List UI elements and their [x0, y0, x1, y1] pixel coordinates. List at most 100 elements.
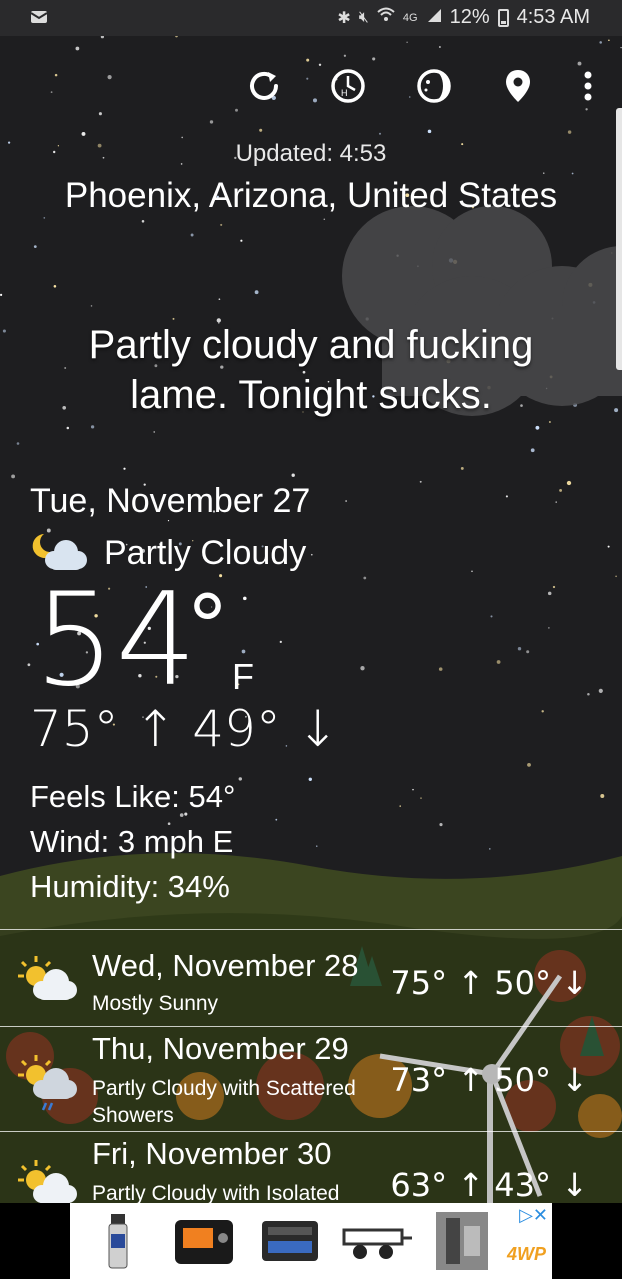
star — [254, 290, 259, 295]
star — [43, 217, 46, 219]
star — [66, 426, 70, 430]
current-date: Tue, November 27 — [30, 482, 311, 520]
star — [496, 660, 501, 664]
ad-banner[interactable]: ▷✕ 4WP — [0, 1203, 622, 1279]
wifi-icon — [377, 7, 395, 28]
star — [218, 298, 221, 301]
ad-close-icon[interactable]: ▷✕ — [519, 1205, 548, 1226]
forecast-date: Thu, November 29 — [92, 1031, 349, 1066]
star — [543, 172, 545, 174]
star — [566, 480, 572, 486]
star — [399, 805, 401, 807]
star — [360, 666, 365, 671]
star — [241, 649, 246, 654]
weather-quip: Partly cloudy and fucking lame. Tonight … — [88, 323, 534, 417]
star — [406, 41, 408, 43]
star — [53, 285, 57, 288]
ad-product-image[interactable] — [250, 1207, 330, 1275]
notification-mail-icon — [30, 8, 48, 31]
hourly-clock-icon[interactable]: H — [322, 60, 374, 112]
temperature-unit: F — [232, 656, 254, 697]
moon-phase-icon[interactable] — [408, 60, 460, 112]
star — [598, 688, 603, 693]
star — [567, 130, 572, 134]
star — [535, 425, 540, 430]
forecast-date: Wed, November 28 — [92, 948, 359, 983]
star — [547, 591, 552, 596]
wind: Wind: 3 mph E — [30, 824, 234, 859]
star — [438, 46, 441, 48]
updated-time: Updated: 4:53 — [235, 140, 387, 167]
star — [308, 777, 312, 781]
star — [0, 293, 3, 296]
star — [526, 650, 530, 654]
star — [27, 663, 31, 667]
star — [552, 585, 556, 589]
star — [190, 233, 194, 237]
forecast-temps: 75° ↑ 50° ↓ — [390, 964, 588, 1002]
star — [420, 797, 422, 799]
star — [587, 692, 590, 696]
battery-icon — [497, 8, 509, 27]
ad-content[interactable]: ▷✕ 4WP — [70, 1203, 552, 1279]
ad-product-image[interactable] — [422, 1207, 502, 1275]
star — [600, 794, 605, 798]
location-title[interactable]: Phoenix, Arizona, United States — [0, 176, 622, 216]
star — [345, 500, 347, 502]
forecast-condition: Mostly Sunny — [92, 992, 219, 1015]
more-vert-icon[interactable] — [562, 60, 614, 112]
network-type-label: 4G — [402, 11, 418, 24]
star — [517, 647, 522, 651]
star — [530, 448, 535, 453]
ad-product-image[interactable] — [336, 1207, 416, 1275]
star — [243, 596, 247, 601]
star — [259, 128, 263, 132]
star — [181, 136, 183, 139]
star — [291, 473, 295, 477]
current-temperature: 54 — [34, 566, 197, 715]
degree-symbol: ° — [186, 577, 229, 677]
forecast-row[interactable]: Thu, November 29 Partly Cloudy with Scat… — [0, 1026, 622, 1131]
star — [615, 575, 617, 578]
star — [220, 223, 223, 226]
star — [490, 615, 493, 618]
star — [175, 36, 178, 38]
star — [90, 425, 95, 429]
humidity: Humidity: 34% — [30, 869, 230, 904]
location-pin-icon[interactable] — [492, 60, 544, 112]
star — [240, 239, 243, 242]
star — [505, 495, 508, 498]
weather-stage: H Updated: 4:53 Phoenix, Arizona, United… — [0, 36, 622, 1203]
clock-time: 4:53 AM — [516, 6, 590, 28]
ad-product-image[interactable] — [164, 1207, 244, 1275]
star — [2, 329, 6, 333]
star — [100, 36, 104, 39]
ad-product-image[interactable] — [78, 1207, 158, 1275]
forecast-temps: 73° ↑ 50° ↓ — [390, 1061, 588, 1099]
star — [548, 421, 551, 423]
forecast-row[interactable]: Wed, November 28 Mostly Sunny 75° ↑ 50° … — [0, 929, 622, 1026]
star — [555, 501, 557, 503]
refresh-icon[interactable] — [238, 60, 290, 112]
star — [419, 480, 422, 483]
high-low-temperature: 75° ↑ 49° ↓ — [30, 700, 339, 758]
battery-percent: 12% — [449, 6, 490, 28]
star — [310, 553, 313, 556]
sun-cloud-icon — [18, 956, 77, 1000]
star — [412, 788, 414, 791]
star — [541, 710, 544, 713]
star — [599, 41, 602, 44]
forecast-condition: Partly Cloudy with Scattered Showers — [92, 1077, 356, 1127]
star — [81, 131, 86, 136]
forecast-condition: Partly Cloudy with Isolated — [92, 1182, 340, 1203]
star — [607, 545, 610, 548]
star — [559, 488, 563, 492]
forecast-temps: 63° ↑ 43° ↓ — [390, 1166, 588, 1203]
star — [90, 305, 93, 307]
star — [75, 46, 80, 51]
star — [548, 627, 550, 629]
ad-brand-logo[interactable]: 4WP — [507, 1244, 546, 1265]
forecast-date: Fri, November 30 — [92, 1136, 332, 1171]
star — [471, 570, 473, 573]
forecast-row[interactable]: Fri, November 30 Partly Cloudy with Isol… — [0, 1131, 622, 1203]
